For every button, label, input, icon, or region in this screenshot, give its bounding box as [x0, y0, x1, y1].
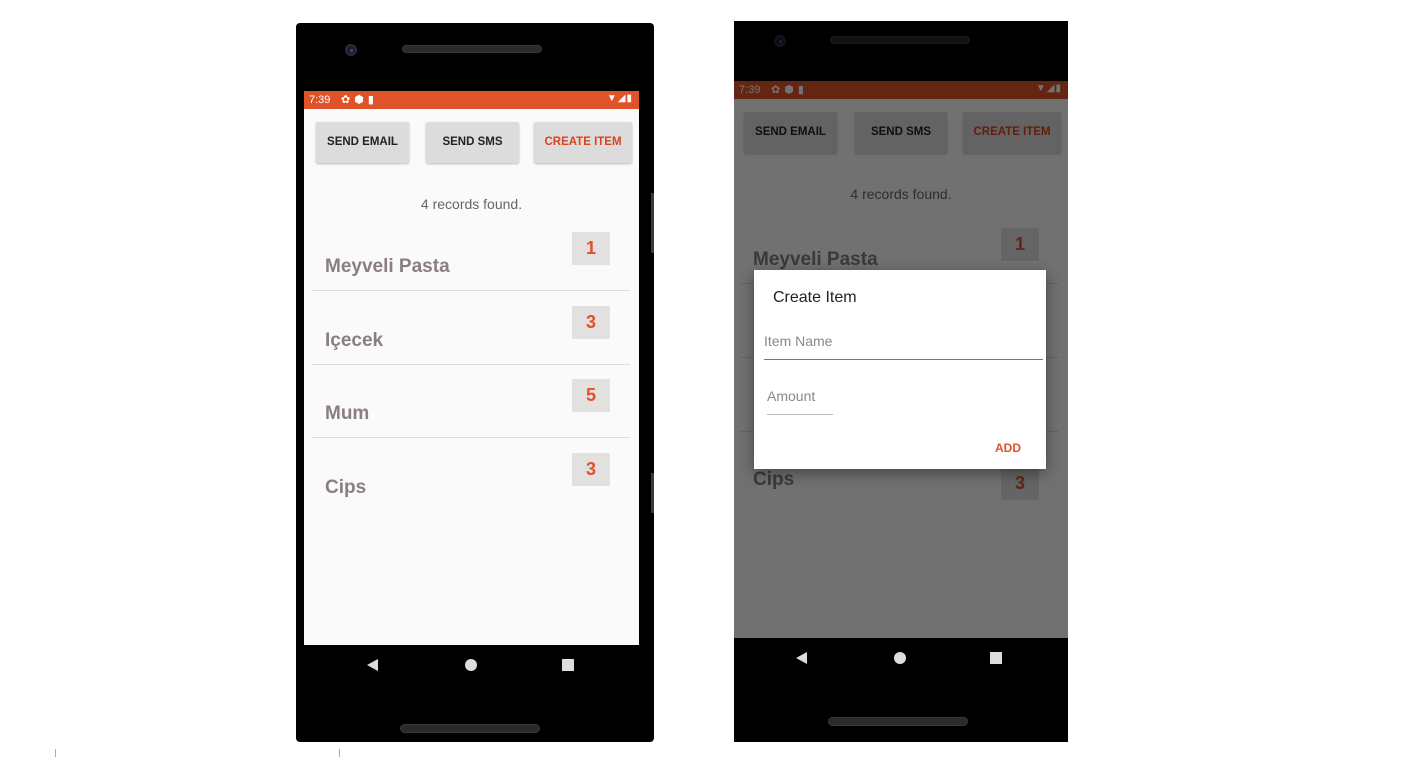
shield-icon: ⬢: [354, 94, 368, 106]
send-email-button[interactable]: SEND EMAIL: [316, 122, 409, 163]
amount-input[interactable]: Amount: [767, 388, 833, 415]
records-count: 4 records found.: [420, 196, 523, 212]
item-name: Mum: [325, 403, 370, 424]
item-name-placeholder: Item Name: [764, 333, 833, 349]
status-right-icons: ▼◢▮: [607, 93, 633, 104]
list-item[interactable]: Içecek 3: [312, 292, 630, 365]
add-button[interactable]: ADD: [995, 441, 1021, 455]
settings-icon: ✿: [341, 94, 355, 106]
list-item[interactable]: Cips 3: [312, 439, 630, 511]
page-edge-mark: [55, 749, 56, 757]
sd-card-icon: ▮: [367, 94, 378, 106]
home-icon[interactable]: [465, 659, 477, 671]
back-icon[interactable]: [796, 652, 807, 664]
volume-button: [651, 193, 654, 253]
item-amount-badge: 3: [572, 306, 610, 339]
status-bar: 7:39 ✿⬢▮ ▼◢▮: [304, 91, 639, 109]
send-sms-button[interactable]: SEND SMS: [426, 122, 519, 163]
page-edge-mark: [339, 749, 340, 757]
app-screen: 7:39 ✿⬢▮ ▼◢▮ SEND EMAIL SEND SMS CREATE …: [304, 91, 639, 645]
amount-placeholder: Amount: [767, 388, 816, 404]
home-icon[interactable]: [894, 652, 906, 664]
item-name: Içecek: [325, 330, 384, 351]
item-amount-badge: 5: [572, 379, 610, 412]
bottom-speaker: [400, 724, 540, 733]
earpiece-speaker: [402, 45, 542, 53]
status-left-icons: ✿⬢▮: [341, 93, 378, 106]
list-item[interactable]: Meyveli Pasta 1: [312, 218, 630, 291]
recent-apps-icon[interactable]: [562, 659, 574, 671]
list-item[interactable]: Mum 5: [312, 365, 630, 438]
wifi-icon: ▼: [606, 93, 618, 104]
dialog-title: Create Item: [773, 289, 857, 306]
item-amount-badge: 3: [572, 453, 610, 486]
navigation-bar: [734, 638, 1068, 678]
back-icon[interactable]: [367, 659, 378, 671]
bottom-speaker: [828, 717, 968, 726]
status-time: 7:39: [309, 94, 331, 106]
item-amount-badge: 1: [572, 232, 610, 265]
recent-apps-icon[interactable]: [990, 652, 1002, 664]
item-name: Meyveli Pasta: [325, 256, 450, 277]
navigation-bar: [296, 645, 654, 685]
item-name-input[interactable]: Item Name: [764, 333, 1043, 360]
front-camera: [345, 44, 357, 56]
phone-dialog: 7:39 ✿⬢▮ ▼◢▮ SEND EMAIL SEND SMS CREATE …: [734, 21, 1068, 742]
power-button: [651, 473, 654, 513]
create-item-dialog: Create Item Item Name Amount ADD: [754, 270, 1046, 469]
create-item-button[interactable]: CREATE ITEM: [534, 122, 632, 163]
battery-icon: ▮: [626, 93, 633, 104]
item-name: Cips: [325, 477, 367, 498]
phone-main: 7:39 ✿⬢▮ ▼◢▮ SEND EMAIL SEND SMS CREATE …: [296, 23, 654, 742]
